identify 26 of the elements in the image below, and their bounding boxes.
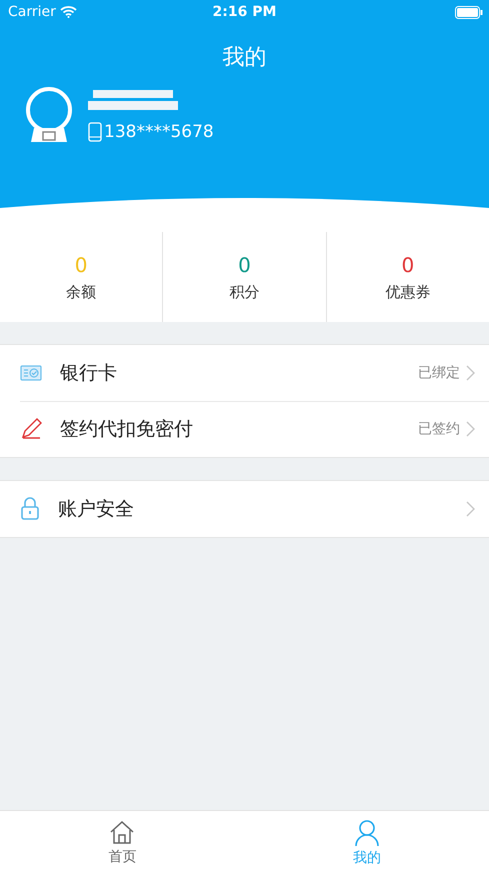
carrier-label: Carrier xyxy=(8,4,56,20)
page-title: 我的 xyxy=(222,44,266,72)
lock-icon xyxy=(20,497,40,521)
chevron-icon xyxy=(466,421,475,437)
chevron-icon xyxy=(466,365,475,381)
stat-value: 0 xyxy=(238,252,251,276)
stat-value: 0 xyxy=(74,252,88,276)
menu-status: 已绑定 xyxy=(418,364,460,382)
tab-item[interactable]: 首页 xyxy=(0,811,244,875)
chevron-icon xyxy=(466,501,475,517)
stat-value: 0 xyxy=(401,252,414,276)
stat-label[interactable]: 积分 xyxy=(229,282,260,302)
person-icon xyxy=(354,819,380,847)
phone-icon xyxy=(88,122,102,142)
pen-icon xyxy=(20,418,42,440)
home-icon xyxy=(109,820,136,846)
battery-icon xyxy=(455,6,483,18)
stat-label[interactable]: 优惠券 xyxy=(385,282,430,302)
wifi-icon xyxy=(60,6,77,18)
phone-number: 138****5678 xyxy=(104,122,214,142)
stat-label[interactable]: 余额 xyxy=(66,282,96,302)
menu-item[interactable]: 签约代扣免密付 xyxy=(60,416,418,442)
status-time: 2:16 PM xyxy=(212,4,276,20)
card-icon xyxy=(20,364,42,382)
menu-status: 已签约 xyxy=(418,420,460,438)
menu-item[interactable]: 银行卡 xyxy=(60,360,418,386)
